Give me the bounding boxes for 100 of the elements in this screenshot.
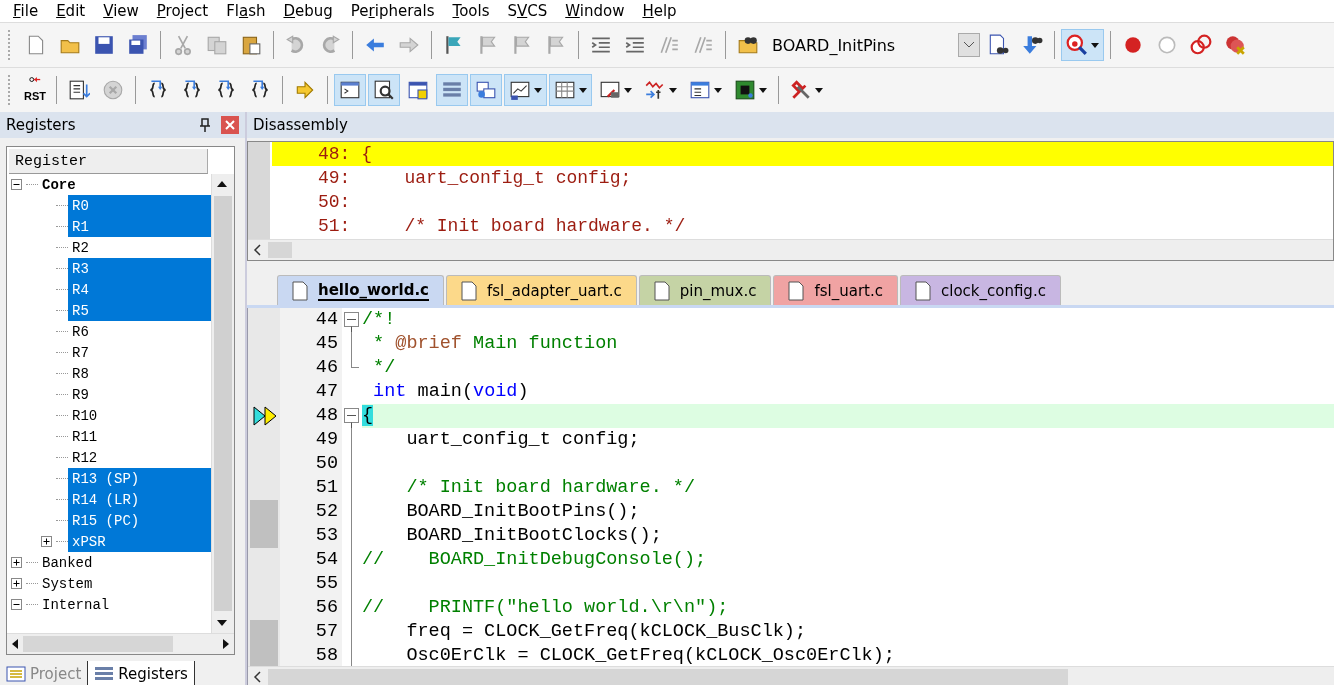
register-name[interactable]: R11 <box>68 426 102 447</box>
register-name[interactable]: R0 <box>68 195 211 216</box>
file-tab[interactable]: hello_world.c <box>277 275 444 305</box>
code-line: // PRINTF("hello world.\r\n"); <box>362 596 730 620</box>
register-name[interactable]: R13 (SP) <box>68 468 211 489</box>
expand-icon[interactable] <box>11 578 22 589</box>
menu-item[interactable]: Edit <box>47 2 95 20</box>
register-name[interactable]: R12 <box>68 447 102 468</box>
menu-item[interactable]: File <box>4 2 48 20</box>
register-name[interactable]: Banked <box>38 552 97 573</box>
file-tab[interactable]: clock_config.c <box>899 275 1061 305</box>
expand-icon[interactable] <box>11 557 22 568</box>
menu-item[interactable]: Flash <box>217 2 275 20</box>
register-name[interactable]: R1 <box>68 216 211 237</box>
disassembly-line: 50: <box>317 191 352 214</box>
column-header[interactable]: Register <box>9 149 208 174</box>
document-icon <box>914 280 931 301</box>
toolbar-button[interactable] <box>1061 29 1104 61</box>
hammer-wrench-icon <box>790 79 812 101</box>
line-number: 53 <box>280 524 342 548</box>
register-name[interactable]: System <box>38 573 97 594</box>
folder-binoculars-icon <box>737 34 759 56</box>
collapse-icon[interactable] <box>11 599 22 610</box>
code-line: uart_config_t config; <box>405 428 641 452</box>
register-name[interactable]: R8 <box>68 363 93 384</box>
register-name[interactable]: R5 <box>68 300 211 321</box>
file-tab[interactable]: pin_mux.c <box>638 275 772 305</box>
list-down-arrow-icon <box>68 79 90 101</box>
register-name[interactable]: R7 <box>68 342 93 363</box>
line-number: 56 <box>280 596 342 620</box>
register-name[interactable]: R15 (PC) <box>68 510 211 531</box>
line-number: 54 <box>280 548 342 572</box>
line-number: 50 <box>280 452 342 476</box>
scissors-icon <box>172 34 194 56</box>
toolbar-button[interactable] <box>334 74 366 106</box>
menu-item[interactable]: Tools <box>443 2 499 20</box>
register-name[interactable]: R9 <box>68 384 93 405</box>
disassembly-line: 51: /* Init board hardware. */ <box>317 215 687 238</box>
toolbar-button[interactable] <box>368 74 400 106</box>
disassembly-line: 49: uart_config_t config; <box>317 167 633 190</box>
register-name[interactable]: Internal <box>38 594 114 615</box>
scroll-thumb[interactable] <box>214 196 232 611</box>
close-button[interactable] <box>221 116 239 134</box>
document-magnifier-icon <box>373 79 395 101</box>
pin-icon[interactable] <box>199 118 211 132</box>
file-tab[interactable]: fsl_adapter_uart.c <box>446 275 637 305</box>
toolbar-button[interactable] <box>549 74 592 106</box>
terminal-window-icon <box>599 79 621 101</box>
document-icon <box>292 280 308 301</box>
line-number: 52 <box>280 500 342 524</box>
document-binoculars-icon <box>987 34 1009 56</box>
file-tab[interactable]: fsl_uart.c <box>773 275 898 305</box>
reset-button[interactable]: RST <box>20 74 50 106</box>
scroll-thumb[interactable] <box>23 636 173 652</box>
line-number: 55 <box>280 572 342 596</box>
menu-item[interactable]: View <box>94 2 148 20</box>
collapse-icon[interactable] <box>11 179 22 190</box>
panel-title: Disassembly <box>253 116 349 134</box>
line-number: 51 <box>280 476 342 500</box>
flag-next-icon <box>511 34 533 56</box>
windows-stack-icon <box>475 79 497 101</box>
code-line: Osc0ErClk = CLOCK_GetFreq(kCLOCK_Osc0ErClk); <box>405 644 896 666</box>
register-name[interactable]: R2 <box>68 237 93 258</box>
panel-title: Registers <box>6 116 77 134</box>
register-name[interactable]: R10 <box>68 405 102 426</box>
copy-icon <box>206 34 228 56</box>
menu-item[interactable]: Debug <box>274 2 342 20</box>
scroll-thumb[interactable] <box>268 242 292 258</box>
line-number: 45 <box>280 332 342 356</box>
scroll-thumb[interactable] <box>268 669 1068 685</box>
chart-window-icon <box>509 79 531 101</box>
breakpoint-cross-icon <box>1224 34 1246 56</box>
circle-outline-icon <box>1156 34 1178 56</box>
menu-item[interactable]: Window <box>556 2 634 20</box>
symbols-window-icon <box>407 79 429 101</box>
vertical-scrollbar[interactable] <box>211 174 234 633</box>
register-name[interactable]: R6 <box>68 321 93 342</box>
line-number: 48 <box>280 404 342 428</box>
line-number: 44 <box>280 308 342 332</box>
code-line: freq = CLOCK_GetFreq(kCLOCK_BusClk); <box>405 620 808 644</box>
line-number: 58 <box>280 644 342 666</box>
register-name[interactable]: R4 <box>68 279 211 300</box>
register-name[interactable]: R14 (LR) <box>68 489 211 510</box>
document-icon <box>653 280 670 301</box>
horizontal-scrollbar[interactable] <box>248 666 1334 685</box>
menu-item[interactable]: Project <box>147 2 218 20</box>
toolbar-button[interactable] <box>504 74 547 106</box>
register-name[interactable]: xPSR <box>68 531 211 552</box>
horizontal-scrollbar[interactable] <box>7 633 234 654</box>
register-name[interactable]: R3 <box>68 258 211 279</box>
panel-tab[interactable]: Registers <box>87 661 195 685</box>
expand-icon[interactable] <box>41 536 52 547</box>
menu-item[interactable]: Peripherals <box>341 2 444 20</box>
flag-prev-icon <box>477 34 499 56</box>
right-arrow-icon <box>398 34 420 56</box>
menu-item[interactable]: Help <box>633 2 686 20</box>
list-window-icon <box>689 79 711 101</box>
menu-item[interactable]: SVCS <box>498 2 557 20</box>
horizontal-scrollbar[interactable] <box>248 239 1333 260</box>
register-name[interactable]: Core <box>38 174 80 195</box>
